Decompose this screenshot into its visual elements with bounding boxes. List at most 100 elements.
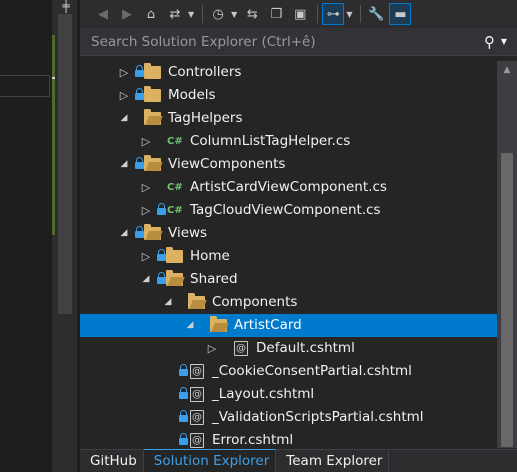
search-icon[interactable]: ⚲ — [484, 33, 495, 51]
tree-item-label: Models — [168, 87, 216, 103]
tree-item[interactable]: ◢ TagHelpers — [80, 107, 497, 130]
properties-icon[interactable]: 🔧 — [365, 3, 387, 25]
folder-icon — [144, 224, 161, 240]
solution-tree: ▷ Controllers ▷ Models ◢ TagHelpers ▷ C# ColumnL… — [80, 61, 497, 452]
tab-solution-explorer[interactable]: Solution Explorer — [143, 449, 277, 472]
collapsed-arrow-icon[interactable]: ▷ — [140, 199, 152, 222]
editor-strip — [0, 0, 74, 472]
tree-item[interactable]: ◢ Views — [80, 222, 497, 245]
tree-item-label: _CookieConsentPartial.cshtml — [212, 363, 412, 379]
pin-icon[interactable]: ▬ — [389, 3, 412, 25]
search-input[interactable] — [91, 33, 481, 50]
tree-item[interactable]: ◢ ArtistCard — [80, 314, 497, 337]
tree-item[interactable]: ▷ C# ArtistCardViewComponent.cs — [80, 176, 497, 199]
tree-item[interactable]: ▷ Home — [80, 245, 497, 268]
tree-item-label: Home — [190, 248, 230, 264]
show-all-files-icon[interactable]: ▣ — [289, 3, 311, 25]
tree-item-label: _ValidationScriptsPartial.cshtml — [212, 409, 424, 425]
tree-item[interactable]: @ _ValidationScriptsPartial.cshtml — [80, 406, 497, 429]
expanded-arrow-icon[interactable]: ◢ — [162, 291, 174, 314]
lock-icon — [157, 272, 166, 285]
folder-icon — [166, 247, 183, 263]
tree-item[interactable]: ▷ Models — [80, 84, 497, 107]
tree-item-label: ArtistCard — [234, 317, 302, 333]
lock-icon — [135, 65, 144, 78]
collapsed-arrow-icon[interactable]: ▷ — [140, 176, 152, 199]
lock-icon — [157, 203, 166, 216]
tree-item[interactable]: ▷ Controllers — [80, 61, 497, 84]
tree-item-label: Default.cshtml — [256, 340, 355, 356]
solution-explorer-toolbar: ◀ ▶ ⌂ ⇄ ▼ ◷ ▼ ⇆ ❐ ▣ ⊶ ▼ 🔧 ▬ — [80, 0, 517, 28]
tree-item[interactable]: ◢ Shared — [80, 268, 497, 291]
lock-icon — [135, 226, 144, 239]
folder-icon — [210, 316, 227, 332]
tree-item[interactable]: ▷ C# ColumnListTagHelper.cs — [80, 130, 497, 153]
search-bar: ⚲ ▼ — [80, 28, 517, 56]
expanded-arrow-icon[interactable]: ◢ — [118, 107, 130, 130]
tree-item[interactable]: ◢ Components — [80, 291, 497, 314]
folder-icon — [188, 293, 205, 309]
tab-github[interactable]: GitHub — [80, 450, 144, 472]
editor-scrollbar[interactable]: ╪ — [55, 0, 77, 472]
tree-item[interactable]: @ _CookieConsentPartial.cshtml — [80, 360, 497, 383]
tree-item-label: ColumnListTagHelper.cs — [190, 133, 351, 149]
chevron-down-icon[interactable]: ▼ — [188, 10, 194, 19]
csharp-file-icon: C# — [167, 136, 183, 147]
solution-explorer-panel: ◀ ▶ ⌂ ⇄ ▼ ◷ ▼ ⇆ ❐ ▣ ⊶ ▼ 🔧 ▬ ⚲ ▼ ▷ Control… — [80, 0, 517, 472]
folder-icon — [144, 63, 161, 79]
chevron-down-icon[interactable]: ▼ — [346, 10, 352, 19]
collapse-all-icon[interactable]: ❐ — [265, 3, 287, 25]
lock-icon — [179, 410, 188, 423]
tree-item-label: TagCloudViewComponent.cs — [190, 202, 381, 218]
csharp-file-icon: C# — [167, 205, 183, 216]
lock-icon — [157, 249, 166, 262]
collapsed-arrow-icon[interactable]: ▷ — [140, 130, 152, 153]
preview-selected-icon[interactable]: ⊶ — [322, 3, 345, 25]
folder-icon — [144, 86, 161, 102]
tree-item[interactable]: ▷ @ Default.cshtml — [80, 337, 497, 360]
tree-item[interactable]: @ _Layout.cshtml — [80, 383, 497, 406]
collapsed-arrow-icon[interactable]: ▷ — [206, 337, 218, 360]
expanded-arrow-icon[interactable]: ◢ — [118, 153, 130, 176]
expanded-arrow-icon[interactable]: ◢ — [118, 222, 130, 245]
editor-scrollbar-thumb[interactable] — [58, 14, 72, 314]
search-options-dropdown-icon[interactable]: ▼ — [501, 37, 507, 46]
tree-scrollbar-thumb[interactable] — [501, 153, 513, 447]
razor-file-icon: @ — [190, 364, 204, 379]
home-icon[interactable]: ⌂ — [140, 3, 162, 25]
razor-file-icon: @ — [190, 410, 204, 425]
switch-views-icon[interactable]: ⇄ — [164, 3, 186, 25]
toolbar-separator — [202, 5, 204, 23]
collapsed-arrow-icon[interactable]: ▷ — [118, 84, 130, 107]
tree-item-label: TagHelpers — [168, 110, 243, 126]
folder-icon — [144, 109, 161, 125]
tree-item-label: Views — [168, 225, 208, 241]
tab-team-explorer[interactable]: Team Explorer — [276, 450, 390, 472]
tree-item-label: _Layout.cshtml — [212, 386, 315, 402]
chevron-down-icon[interactable]: ▼ — [231, 10, 237, 19]
back-icon[interactable]: ◀ — [92, 3, 114, 25]
lock-icon — [179, 387, 188, 400]
collapsed-arrow-icon[interactable]: ▷ — [140, 245, 152, 268]
pending-changes-icon[interactable]: ◷ — [207, 3, 229, 25]
folder-icon — [144, 155, 161, 171]
sync-icon[interactable]: ⇆ — [241, 3, 263, 25]
editor-line-highlight — [0, 75, 50, 97]
collapsed-arrow-icon[interactable]: ▷ — [118, 61, 130, 84]
tree-scrollbar[interactable]: ▲ — [497, 61, 517, 448]
tree-item[interactable]: ▷ C# TagCloudViewComponent.cs — [80, 199, 497, 222]
lock-icon — [135, 88, 144, 101]
expanded-arrow-icon[interactable]: ◢ — [184, 314, 196, 337]
tree-item-label: Controllers — [168, 64, 242, 80]
folder-icon — [166, 270, 183, 286]
toolbar-separator — [317, 5, 319, 23]
razor-file-icon: @ — [190, 433, 204, 448]
razor-file-icon: @ — [190, 387, 204, 402]
tree-item-label: ViewComponents — [168, 156, 286, 172]
expanded-arrow-icon[interactable]: ◢ — [140, 268, 152, 291]
tree-item[interactable]: ◢ ViewComponents — [80, 153, 497, 176]
forward-icon[interactable]: ▶ — [116, 3, 138, 25]
lock-icon — [179, 433, 188, 446]
scroll-up-icon[interactable]: ▲ — [497, 61, 517, 79]
split-editor-icon[interactable]: ╪ — [57, 0, 75, 14]
